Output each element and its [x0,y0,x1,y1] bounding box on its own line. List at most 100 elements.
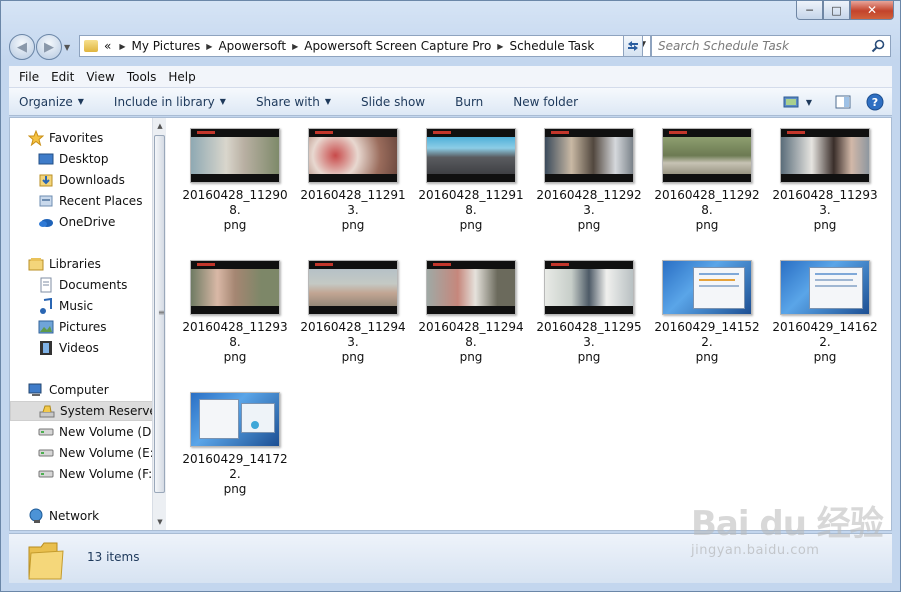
forward-button[interactable]: ▶ [36,34,62,60]
nav-network-label: Network [49,509,100,523]
nav-item-videos[interactable]: Videos [38,338,99,358]
nav-item-onedrive[interactable]: OneDrive [38,212,115,232]
file-item[interactable]: 20160428_112913. png [298,128,408,233]
star-icon [28,130,44,146]
image-thumbnail [190,128,280,183]
search-icon[interactable] [871,39,885,53]
nav-item-label: New Volume (F:) [59,467,152,481]
nav-item-label: System Reserved [60,404,152,418]
view-dropdown-icon[interactable]: ▼ [806,98,812,107]
breadcrumb-overflow[interactable]: « [104,39,111,53]
file-item[interactable]: 20160428_112923. png [534,128,644,233]
file-name: 20160428_112943. png [300,320,406,364]
toolbar-right-group: ▼ ? [772,93,884,111]
nav-item-desktop[interactable]: Desktop [38,149,109,169]
baidu-watermark: Bai du 经验 jingyan.baidu.com [691,496,891,576]
file-item[interactable]: 20160428_112908. png [180,128,290,233]
breadcrumb-my-pictures[interactable]: My Pictures [132,39,201,53]
preview-pane-icon [835,95,851,109]
nav-item-label: New Volume (E:) [59,446,152,460]
computer-icon [28,382,44,398]
file-name: 20160429_141622. png [772,320,878,364]
file-item[interactable]: 20160429_141722. png [180,392,290,497]
file-name: 20160429_141722. png [182,452,288,496]
watermark-url: jingyan.baidu.com [691,543,820,558]
nav-item-volume-e[interactable]: New Volume (E:) [38,443,152,463]
close-button[interactable]: ✕ [850,1,894,20]
breadcrumb-screen-capture-pro[interactable]: Apowersoft Screen Capture Pro [304,39,491,53]
library-icon [28,256,44,272]
share-with-button[interactable]: Share with ▼ [256,95,331,109]
downloads-icon [38,172,54,188]
nav-favorites[interactable]: Favorites [28,128,103,148]
maximize-button[interactable]: □ [823,1,850,20]
file-item[interactable]: 20160428_112938. png [180,260,290,365]
image-thumbnail [426,260,516,315]
nav-item-pictures[interactable]: Pictures [38,317,107,337]
nav-pane-scrollbar[interactable]: ▲ ≡ ▼ [152,118,166,530]
organize-button[interactable]: Organize ▼ [19,95,84,109]
menu-file[interactable]: File [13,70,45,84]
file-item[interactable]: 20160428_112918. png [416,128,526,233]
breadcrumb-schedule-task[interactable]: Schedule Task [509,39,594,53]
nav-favorites-label: Favorites [49,131,104,145]
file-item[interactable]: 20160428_112943. png [298,260,408,365]
search-input[interactable]: Search Schedule Task [651,35,891,57]
navigation-row: ◀ ▶ ▼ « ▶ My Pictures ▶ Apowersoft ▶ Apo… [9,32,892,62]
menu-edit[interactable]: Edit [45,70,80,84]
file-name: 20160428_112918. png [418,188,524,232]
nav-network[interactable]: Network [28,506,99,526]
nav-item-label: Pictures [59,320,107,334]
recent-pages-dropdown[interactable]: ▼ [64,43,70,52]
explorer-window: ─ □ ✕ ◀ ▶ ▼ « ▶ My Pictures ▶ Apowersoft… [0,0,901,592]
file-item[interactable]: 20160429_141522. png [652,260,762,365]
menu-tools[interactable]: Tools [121,70,163,84]
nav-item-volume-f[interactable]: New Volume (F:) [38,464,152,484]
scroll-down-icon[interactable]: ▼ [153,515,167,529]
share-with-label: Share with [255,94,320,109]
chevron-right-icon[interactable]: ▶ [206,42,212,51]
back-button[interactable]: ◀ [9,34,35,60]
address-bar[interactable]: « ▶ My Pictures ▶ Apowersoft ▶ Apowersof… [79,35,651,57]
nav-item-label: Videos [59,341,99,355]
navigation-pane: Favorites Desktop Downloads Recent Place… [10,118,152,530]
image-thumbnail [662,260,752,315]
image-thumbnail [190,392,280,447]
nav-item-volume-d[interactable]: New Volume (D:) [38,422,152,442]
nav-libraries[interactable]: Libraries [28,254,101,274]
scrollbar-thumb[interactable]: ≡ [154,135,165,493]
slide-show-button[interactable]: Slide show [361,95,425,109]
content-area: Favorites Desktop Downloads Recent Place… [9,117,892,531]
nav-item-system-reserved[interactable]: System Reserved [10,401,152,421]
scroll-up-icon[interactable]: ▲ [153,119,167,133]
file-item[interactable]: 20160428_112933. png [770,128,880,233]
burn-button[interactable]: Burn [455,95,483,109]
new-folder-button[interactable]: New folder [513,95,578,109]
nav-item-documents[interactable]: Documents [38,275,127,295]
nav-item-recent-places[interactable]: Recent Places [38,191,142,211]
nav-item-label: Music [59,299,94,313]
help-button[interactable]: ? [866,93,884,111]
file-item[interactable]: 20160428_112948. png [416,260,526,365]
menu-help[interactable]: Help [162,70,201,84]
file-item[interactable]: 20160428_112953. png [534,260,644,365]
breadcrumb-apowersoft[interactable]: Apowersoft [218,39,286,53]
chevron-right-icon[interactable]: ▶ [292,42,298,51]
nav-item-music[interactable]: Music [38,296,93,316]
nav-computer[interactable]: Computer [28,380,109,400]
include-in-library-button[interactable]: Include in library ▼ [114,95,226,109]
minimize-button[interactable]: ─ [796,1,823,20]
file-item[interactable]: 20160428_112928. png [652,128,762,233]
help-icon: ? [866,93,884,111]
preview-pane-button[interactable] [834,93,852,111]
file-name: 20160428_112923. png [536,188,642,232]
menu-view[interactable]: View [80,70,120,84]
drive-icon [38,445,54,461]
chevron-right-icon[interactable]: ▶ [497,42,503,51]
network-icon [28,508,44,524]
file-item[interactable]: 20160429_141622. png [770,260,880,365]
refresh-button[interactable] [623,35,643,57]
image-thumbnail [544,260,634,315]
nav-item-downloads[interactable]: Downloads [38,170,125,190]
change-view-button[interactable] [782,93,800,111]
